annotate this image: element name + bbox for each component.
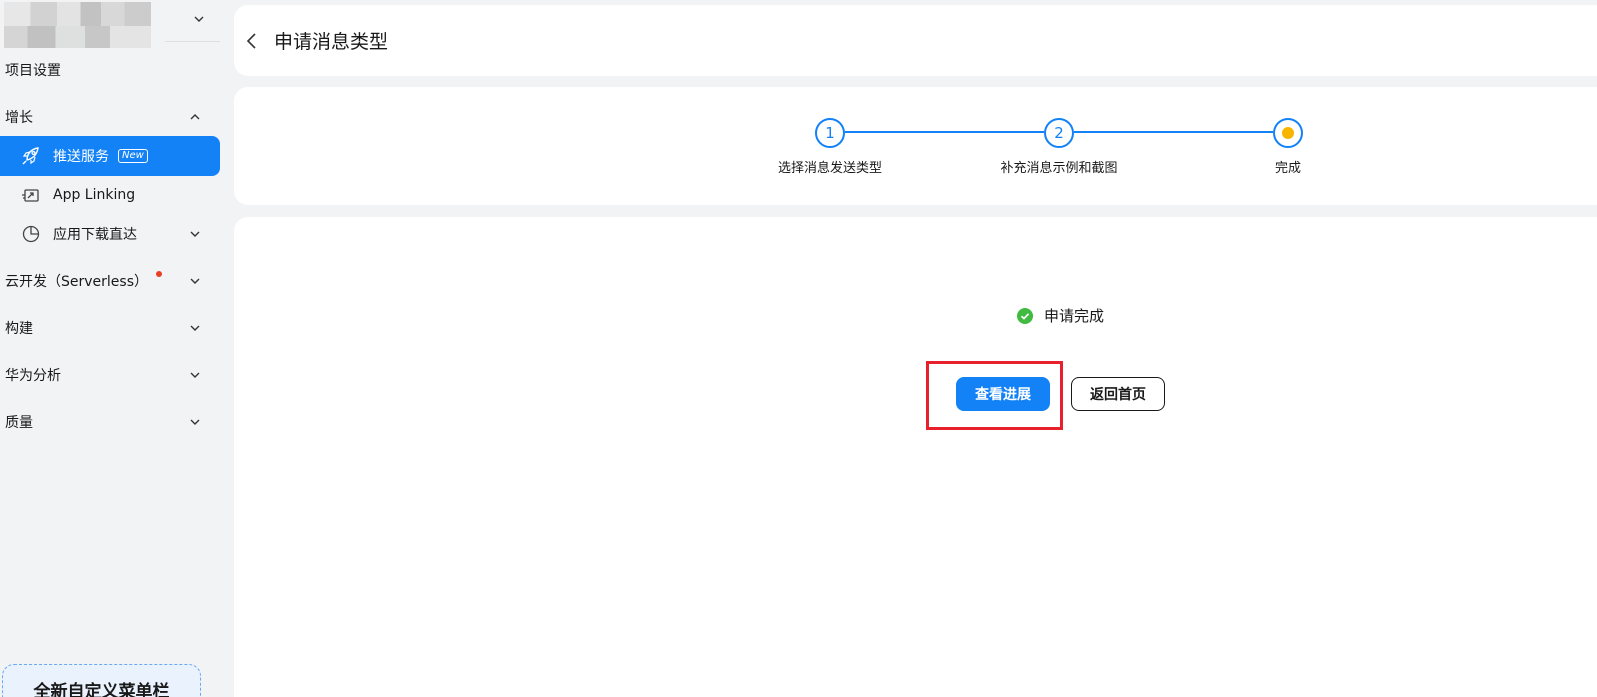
sidebar-group-label: 质量 <box>5 415 33 431</box>
app-linking-icon <box>22 189 39 202</box>
notification-dot <box>156 271 163 277</box>
sidebar-item-app-download[interactable]: 应用下载直达 <box>0 214 220 254</box>
success-check-icon <box>1017 307 1033 324</box>
sidebar-item-label: App Linking <box>53 187 136 203</box>
page-title: 申请消息类型 <box>274 31 389 53</box>
step-number: 2 <box>1054 124 1064 142</box>
custom-menu-label: 全新自定义菜单栏 <box>33 682 170 697</box>
step-3-label: 完成 <box>1274 161 1301 176</box>
rocket-icon <box>22 147 39 165</box>
step-1-label: 选择消息发送类型 <box>777 161 882 176</box>
sidebar-group-label: 构建 <box>5 321 33 337</box>
progress-steps: 1 选择消息发送类型 2 补充消息示例和截图 完成 <box>234 87 1597 205</box>
step-number: 1 <box>825 124 835 142</box>
step-2-circle: 2 <box>1044 118 1074 148</box>
chevron-down-icon <box>190 325 200 331</box>
project-picker[interactable] <box>0 0 222 48</box>
sidebar-item-label: 应用下载直达 <box>53 227 137 243</box>
current-step-dot <box>1282 127 1294 139</box>
sidebar-item-label: 推送服务 <box>53 149 109 165</box>
sidebar-item-label: 项目设置 <box>5 63 61 79</box>
chevron-down-icon <box>190 372 200 378</box>
chevron-down-icon <box>190 419 200 425</box>
step-connector <box>845 131 1044 133</box>
sidebar-item-push-service[interactable]: 推送服务 New <box>0 136 220 176</box>
sidebar: 项目设置 增长 推送服务 New App Linking 应用下载直达 云开发（… <box>0 0 222 697</box>
chevron-up-icon <box>190 114 200 120</box>
new-badge: New <box>118 149 148 163</box>
status-row: 申请完成 <box>1017 305 1104 326</box>
sidebar-group-label: 华为分析 <box>5 368 61 384</box>
sidebar-group-build[interactable]: 构建 <box>0 308 222 348</box>
blurred-project-avatar <box>4 2 151 48</box>
step-2-label: 补充消息示例和截图 <box>1000 161 1118 176</box>
step-1-circle: 1 <box>815 118 845 148</box>
status-text: 申请完成 <box>1044 307 1105 325</box>
sidebar-group-label: 云开发（Serverless） <box>5 274 149 290</box>
sidebar-group-quality[interactable]: 质量 <box>0 402 222 442</box>
chevron-down-icon <box>190 278 200 284</box>
sidebar-group-analytics[interactable]: 华为分析 <box>0 355 222 395</box>
result-panel: 申请完成 查看进展 返回首页 <box>234 217 1597 697</box>
sidebar-group-serverless[interactable]: 云开发（Serverless） <box>0 261 222 301</box>
step-connector <box>1074 131 1273 133</box>
view-progress-button[interactable]: 查看进展 <box>956 377 1050 411</box>
sidebar-item-project-settings[interactable]: 项目设置 <box>0 50 222 90</box>
sidebar-group-label: 增长 <box>5 110 33 126</box>
back-arrow-icon[interactable] <box>245 32 259 50</box>
chevron-down-icon <box>190 231 200 237</box>
sidebar-group-growth[interactable]: 增长 <box>0 97 222 137</box>
divider <box>165 41 220 42</box>
back-home-button[interactable]: 返回首页 <box>1071 377 1165 411</box>
pie-chart-icon <box>22 225 40 243</box>
step-3-circle <box>1273 118 1303 148</box>
page-header: 申请消息类型 <box>234 5 1597 76</box>
sidebar-item-app-linking[interactable]: App Linking <box>0 175 220 215</box>
custom-menu-banner[interactable]: 全新自定义菜单栏 <box>2 664 201 697</box>
chevron-down-icon <box>194 16 204 22</box>
